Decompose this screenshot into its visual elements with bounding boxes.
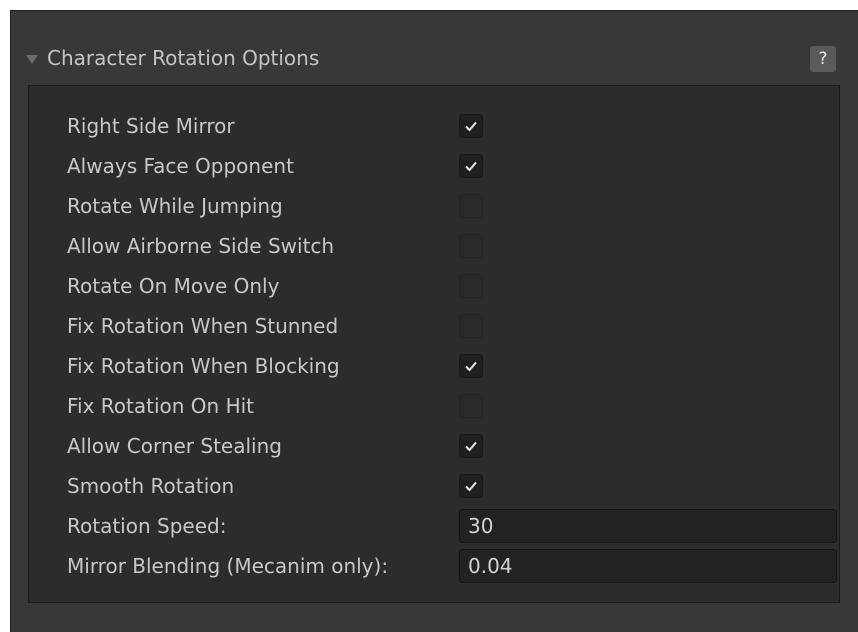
option-row-fix-rotation-when-blocking: Fix Rotation When Blocking — [67, 346, 340, 386]
checkbox-right-side-mirror[interactable] — [459, 114, 483, 138]
field-value: 0.04 — [468, 554, 513, 578]
help-label: ? — [818, 49, 828, 69]
option-label: Smooth Rotation — [67, 474, 235, 498]
checkbox-fix-rotation-when-stunned[interactable] — [459, 314, 483, 338]
option-label: Rotate On Move Only — [67, 274, 280, 298]
checkmark-icon — [465, 481, 477, 492]
rotation-speed-input[interactable]: 30 — [459, 509, 837, 543]
checkbox-rotate-on-move-only[interactable] — [459, 274, 483, 298]
foldout-title: Character Rotation Options — [47, 46, 320, 70]
field-row-rotation-speed: Rotation Speed: — [67, 506, 226, 546]
option-label: Fix Rotation When Blocking — [67, 354, 340, 378]
checkbox-rotate-while-jumping[interactable] — [459, 194, 483, 218]
field-row-mirror-blending: Mirror Blending (Mecanim only): — [67, 546, 388, 586]
option-label: Right Side Mirror — [67, 114, 235, 138]
mirror-blending-input[interactable]: 0.04 — [459, 549, 837, 583]
triangle-down-icon[interactable] — [26, 54, 38, 64]
checkmark-icon — [465, 441, 477, 452]
field-label: Rotation Speed: — [67, 514, 227, 538]
option-row-allow-airborne-side-switch: Allow Airborne Side Switch — [67, 226, 334, 266]
checkbox-fix-rotation-on-hit[interactable] — [459, 394, 483, 418]
option-label: Fix Rotation On Hit — [67, 394, 255, 418]
checkbox-fix-rotation-when-blocking[interactable] — [459, 354, 483, 378]
help-button[interactable]: ? — [810, 46, 836, 72]
field-value: 30 — [468, 514, 494, 538]
field-label: Mirror Blending (Mecanim only): — [67, 554, 389, 578]
options-container: Right Side Mirror Always Face Opponent R… — [28, 85, 840, 603]
checkbox-always-face-opponent[interactable] — [459, 154, 483, 178]
option-row-rotate-on-move-only: Rotate On Move Only — [67, 266, 279, 306]
option-label: Allow Corner Stealing — [67, 434, 282, 458]
checkmark-icon — [465, 121, 477, 132]
option-row-fix-rotation-on-hit: Fix Rotation On Hit — [67, 386, 254, 426]
checkmark-icon — [465, 161, 477, 172]
option-row-rotate-while-jumping: Rotate While Jumping — [67, 186, 283, 226]
checkbox-smooth-rotation[interactable] — [459, 474, 483, 498]
option-label: Allow Airborne Side Switch — [67, 234, 335, 258]
option-label: Always Face Opponent — [67, 154, 294, 178]
option-row-right-side-mirror: Right Side Mirror — [67, 106, 235, 146]
checkmark-icon — [465, 361, 477, 372]
checkbox-allow-corner-stealing[interactable] — [459, 434, 483, 458]
option-label: Fix Rotation When Stunned — [67, 314, 339, 338]
option-label: Rotate While Jumping — [67, 194, 283, 218]
option-row-fix-rotation-when-stunned: Fix Rotation When Stunned — [67, 306, 338, 346]
option-row-smooth-rotation: Smooth Rotation — [67, 466, 234, 506]
option-row-always-face-opponent: Always Face Opponent — [67, 146, 294, 186]
option-row-allow-corner-stealing: Allow Corner Stealing — [67, 426, 282, 466]
checkbox-allow-airborne-side-switch[interactable] — [459, 234, 483, 258]
foldout-header[interactable]: Character Rotation Options — [26, 34, 319, 82]
